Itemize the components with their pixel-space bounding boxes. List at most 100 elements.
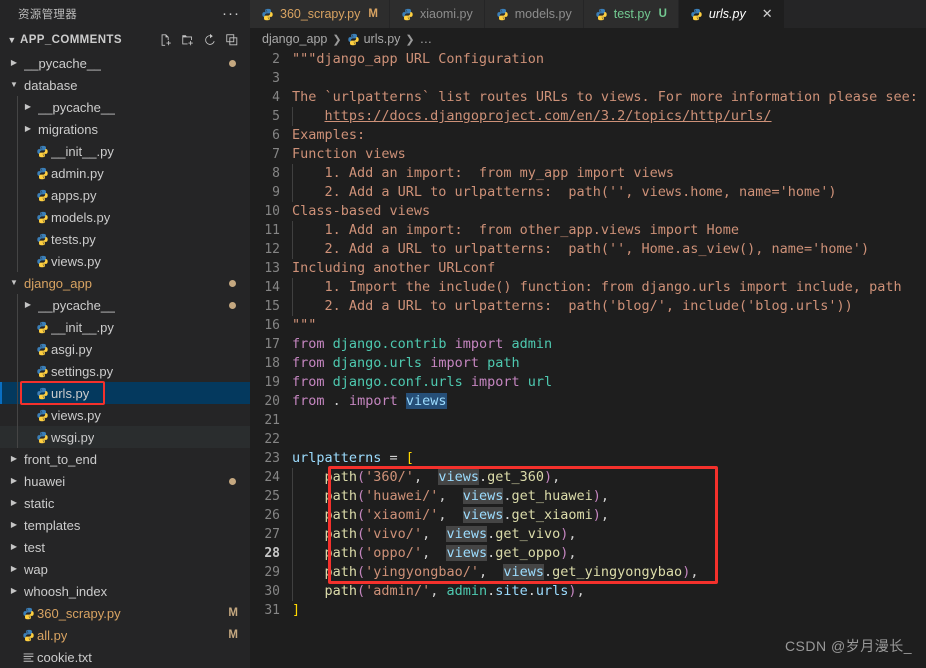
code-text: Function views bbox=[292, 146, 406, 162]
code-text: 1. Add an import: from my_app import vie… bbox=[292, 164, 675, 183]
tree-folder-front-to-end[interactable]: ▶ front_to_end bbox=[0, 448, 250, 470]
explorer-root-section[interactable]: ▼ APP_COMMENTS bbox=[0, 28, 250, 52]
close-icon[interactable]: ✕ bbox=[762, 6, 773, 22]
tab-360-scrapy-py[interactable]: 360_scrapy.py M bbox=[250, 0, 390, 28]
chevron-right-icon[interactable]: ▶ bbox=[22, 118, 34, 140]
explorer-sidebar: 资源管理器 ··· ▼ APP_COMMENTS ▶ __pycache__ ▼… bbox=[0, 0, 250, 668]
breadcrumb-item[interactable]: urls.py bbox=[347, 32, 400, 46]
tree-folder-whoosh-index[interactable]: ▶ whoosh_index bbox=[0, 580, 250, 602]
tree-folder--pycache-[interactable]: ▶ __pycache__ bbox=[0, 294, 250, 316]
chevron-down-icon[interactable]: ▼ bbox=[8, 272, 20, 294]
python-file-icon bbox=[34, 145, 51, 158]
tree-folder-static[interactable]: ▶ static bbox=[0, 492, 250, 514]
explorer-more-actions-icon[interactable]: ··· bbox=[222, 6, 240, 21]
indent-guide bbox=[292, 544, 293, 563]
breadcrumb-item[interactable]: … bbox=[420, 32, 433, 46]
new-file-icon[interactable] bbox=[158, 32, 174, 48]
tree-item-label: templates bbox=[24, 517, 81, 533]
breadcrumb[interactable]: django_app ❯ urls.py ❯… bbox=[250, 28, 926, 50]
tree-folder-huawei[interactable]: ▶ huawei bbox=[0, 470, 250, 492]
tree-file-views-py[interactable]: views.py bbox=[0, 404, 250, 426]
tree-item-label: tests.py bbox=[51, 231, 96, 247]
tree-file--init-py[interactable]: __init__.py bbox=[0, 316, 250, 338]
chevron-right-icon[interactable]: ▶ bbox=[8, 536, 20, 558]
tree-file-admin-py[interactable]: admin.py bbox=[0, 162, 250, 184]
tree-folder-migrations[interactable]: ▶ migrations bbox=[0, 118, 250, 140]
tree-file-models-py[interactable]: models.py bbox=[0, 206, 250, 228]
code-line: 18 from django.urls import path bbox=[250, 354, 926, 373]
tree-folder-django-app[interactable]: ▼ django_app bbox=[0, 272, 250, 294]
tree-folder-test[interactable]: ▶ test bbox=[0, 536, 250, 558]
chevron-right-icon[interactable]: ▶ bbox=[8, 492, 20, 514]
tree-folder-wap[interactable]: ▶ wap bbox=[0, 558, 250, 580]
tree-file-360-scrapy-py[interactable]: 360_scrapy.py M bbox=[0, 602, 250, 624]
chevron-right-icon[interactable]: ▶ bbox=[8, 448, 20, 470]
code-text: urlpatterns = [ bbox=[292, 450, 414, 466]
chevron-right-icon[interactable]: ▶ bbox=[22, 294, 34, 316]
python-file-icon bbox=[690, 8, 703, 21]
tree-file-views-py[interactable]: views.py bbox=[0, 250, 250, 272]
code-text: ] bbox=[292, 602, 301, 618]
tree-file-wsgi-py[interactable]: wsgi.py bbox=[0, 426, 250, 448]
chevron-right-icon[interactable]: ▶ bbox=[8, 52, 20, 74]
line-number: 31 bbox=[264, 603, 280, 618]
code-line: 27 path('vivo/', views.get_vivo), bbox=[250, 525, 926, 544]
line-number: 20 bbox=[264, 394, 280, 409]
chevron-down-icon[interactable]: ▼ bbox=[8, 74, 20, 96]
code-line: 23 urlpatterns = [ bbox=[250, 449, 926, 468]
code-line: 29 path('yingyongbao/', views.get_yingyo… bbox=[250, 563, 926, 582]
line-number: 7 bbox=[272, 147, 280, 162]
line-number: 16 bbox=[264, 318, 280, 333]
code-editor[interactable]: 2 """django_app URL Configuration 3 4 The `u… bbox=[250, 50, 926, 668]
python-file-icon bbox=[34, 321, 51, 334]
tree-item-label: 360_scrapy.py bbox=[37, 605, 121, 621]
tree-item-label: all.py bbox=[37, 627, 68, 643]
indent-guide bbox=[292, 278, 293, 297]
tree-folder--pycache-[interactable]: ▶ __pycache__ bbox=[0, 52, 250, 74]
new-folder-icon[interactable] bbox=[180, 32, 196, 48]
refresh-icon[interactable] bbox=[202, 32, 218, 48]
tree-file-all-py[interactable]: all.py M bbox=[0, 624, 250, 646]
tree-file--init-py[interactable]: __init__.py bbox=[0, 140, 250, 162]
chevron-right-icon[interactable]: ▶ bbox=[8, 470, 20, 492]
code-line: 12 2. Add a URL to urlpatterns: path('',… bbox=[250, 240, 926, 259]
indent-guide bbox=[292, 240, 293, 259]
git-status-badge: M bbox=[228, 629, 238, 641]
tab-xiaomi-py[interactable]: xiaomi.py bbox=[389, 0, 485, 28]
tree-folder-templates[interactable]: ▶ templates bbox=[0, 514, 250, 536]
file-tree[interactable]: ▶ __pycache__ ▼ database ▶ __pycache__ ▶ migrat… bbox=[0, 52, 250, 668]
code-text: from django.conf.urls import url bbox=[292, 374, 553, 390]
tab-models-py[interactable]: models.py bbox=[484, 0, 584, 28]
code-text: 2. Add a URL to urlpatterns: path('blog/… bbox=[292, 297, 853, 316]
tab-bar[interactable]: 360_scrapy.py Mxiaomi.py models.py test.py U… bbox=[250, 0, 926, 28]
tree-file-tests-py[interactable]: tests.py bbox=[0, 228, 250, 250]
python-file-icon bbox=[34, 387, 51, 400]
chevron-right-icon[interactable]: ▶ bbox=[8, 558, 20, 580]
tree-file-settings-py[interactable]: settings.py bbox=[0, 360, 250, 382]
code-line: 11 1. Add an import: from other_app.view… bbox=[250, 221, 926, 240]
chevron-right-icon[interactable]: ▶ bbox=[8, 514, 20, 536]
tree-file-cookie-txt[interactable]: cookie.txt bbox=[0, 646, 250, 668]
status-dot bbox=[229, 59, 236, 67]
line-number: 21 bbox=[264, 413, 280, 428]
tree-folder-database[interactable]: ▼ database bbox=[0, 74, 250, 96]
line-number: 4 bbox=[272, 90, 280, 105]
tree-file-asgi-py[interactable]: asgi.py bbox=[0, 338, 250, 360]
chevron-right-icon[interactable]: ▶ bbox=[8, 580, 20, 602]
code-line: 21 bbox=[250, 411, 926, 430]
text-file-icon bbox=[20, 651, 37, 664]
collapse-all-icon[interactable] bbox=[224, 32, 240, 48]
tab-test-py[interactable]: test.py U bbox=[583, 0, 679, 28]
code-text: The `urlpatterns` list routes URLs to vi… bbox=[292, 89, 918, 105]
python-file-icon bbox=[496, 8, 509, 21]
line-number: 18 bbox=[264, 356, 280, 371]
chevron-right-icon[interactable]: ▶ bbox=[22, 96, 34, 118]
line-number: 10 bbox=[264, 204, 280, 219]
tree-file-urls-py[interactable]: urls.py bbox=[0, 382, 250, 404]
tree-folder--pycache-[interactable]: ▶ __pycache__ bbox=[0, 96, 250, 118]
tree-item-label: huawei bbox=[24, 473, 66, 489]
tab-urls-py[interactable]: urls.py ✕ bbox=[678, 0, 785, 28]
tree-file-apps-py[interactable]: apps.py bbox=[0, 184, 250, 206]
git-status-badge: M bbox=[228, 607, 238, 619]
breadcrumb-item[interactable]: django_app bbox=[262, 32, 327, 46]
